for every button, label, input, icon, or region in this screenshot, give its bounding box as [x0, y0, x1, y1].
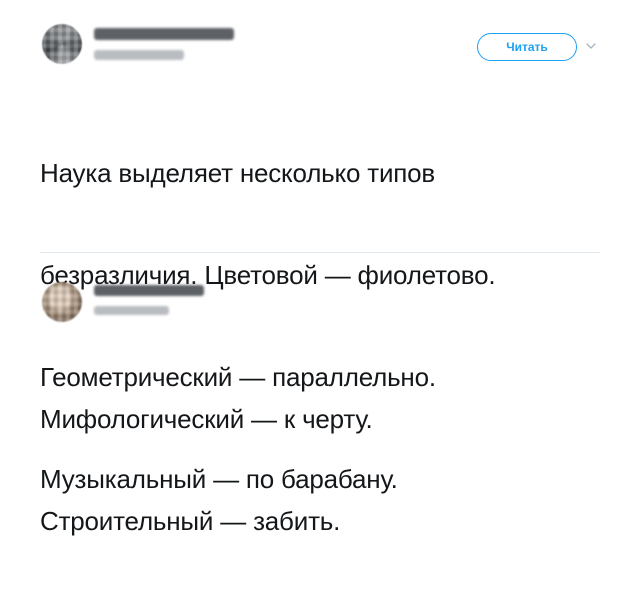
author-handle-blurred[interactable] [94, 50, 184, 60]
tweet-text-line: Строительный — забить. [40, 506, 341, 536]
tweet-card-1: Читать Наука выделяет несколько типов бе… [0, 0, 640, 494]
follow-button[interactable]: Читать [477, 33, 577, 61]
divider [40, 252, 600, 253]
author-name-blurred[interactable] [94, 285, 204, 296]
tweet-card-2: Мифологический — к черту. Строительный —… [0, 262, 640, 536]
avatar-pixelation [42, 282, 82, 322]
avatar[interactable] [42, 24, 82, 64]
tweet-text-line: Мифологический — к черту. [40, 404, 373, 434]
author-name-blurred[interactable] [94, 28, 234, 40]
avatar[interactable] [42, 282, 82, 322]
chevron-down-icon[interactable] [585, 40, 597, 52]
author-handle-blurred[interactable] [94, 306, 169, 315]
tweet-text-line: Наука выделяет несколько типов [40, 158, 436, 188]
tweet-text: Мифологический — к черту. Строительный —… [40, 334, 373, 606]
avatar-pixelation [42, 24, 82, 64]
